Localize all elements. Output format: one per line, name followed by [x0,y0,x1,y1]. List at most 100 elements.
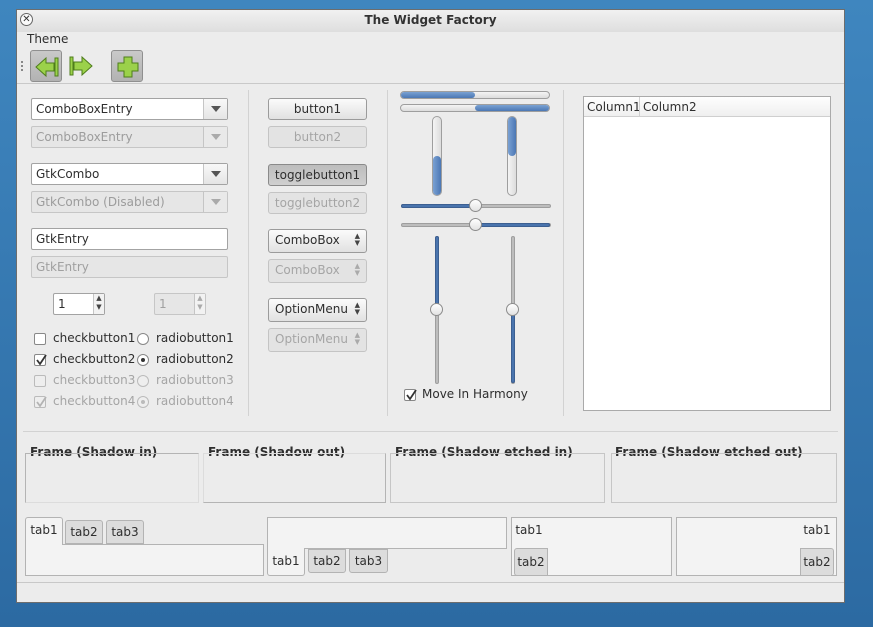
radiobutton2-label[interactable]: radiobutton2 [156,352,234,366]
checkbutton4-box [34,396,47,408]
scale-v1[interactable] [430,236,443,384]
scale-fill [511,310,515,383]
scale-h1[interactable] [401,199,551,212]
notebook-bottom-tab2[interactable]: tab2 [308,549,346,573]
scale-fill [401,204,475,208]
notebook-right-tab1[interactable]: tab1 [799,517,835,545]
radiobutton4-label: radiobutton4 [156,394,234,408]
gtk-combo[interactable]: GtkCombo [31,163,228,185]
scale-fill [476,223,550,227]
notebook-right-tab2[interactable]: tab2 [800,548,834,576]
add-button[interactable] [111,50,143,82]
button2: button2 [268,126,367,148]
scale-knob[interactable] [506,303,519,316]
notebook-bottom-tab1[interactable]: tab1 [267,548,305,576]
combo-box-entry-disabled: ComboBoxEntry [31,126,228,148]
spin-button[interactable]: 1 ▲ ▼ [53,293,105,315]
notebook-top-tab2[interactable]: tab2 [65,520,103,544]
back-icon [35,56,59,78]
column2-header[interactable]: Column2 [643,100,697,114]
scale-knob[interactable] [469,199,482,212]
notebook-top-tab1[interactable]: tab1 [25,517,63,545]
checkbutton3-box [34,375,46,387]
combobox[interactable]: ComboBox ▲ ▼ [268,229,367,253]
checkmark-icon [36,354,47,366]
progress-fill [401,92,475,98]
updown-icon: ▲ ▼ [354,301,360,316]
gtk-entry[interactable]: GtkEntry [31,228,228,250]
progress-bar-h2 [400,104,550,112]
notebook-top-tab3[interactable]: tab3 [106,520,144,544]
window-title: The Widget Factory [364,13,497,27]
checkbutton2-label[interactable]: checkbutton2 [53,352,135,366]
move-in-harmony-box[interactable] [404,389,417,401]
menu-theme[interactable]: Theme [27,32,68,46]
option-menu-disabled: OptionMenu ▲ ▼ [268,328,367,352]
combobox-label: ComboBox [275,233,340,247]
frame-etched-out [611,453,837,503]
radiobutton3-circle [137,375,149,387]
radiobutton2-circle[interactable] [137,354,149,366]
progress-bar-v2 [507,116,517,196]
scale-knob[interactable] [430,303,443,316]
notebook-left-tab2[interactable]: tab2 [514,548,548,576]
combo-box-entry-dropdown[interactable] [203,99,227,119]
gtk-entry-value: GtkEntry [36,232,89,246]
toolbar-grip[interactable] [21,61,24,71]
move-in-harmony-label[interactable]: Move In Harmony [422,387,528,401]
title-bar: ✕ The Widget Factory [17,10,844,32]
scale-v2[interactable] [506,236,519,384]
checkbutton1-box[interactable] [34,333,46,345]
progress-fill [433,156,441,195]
toolbar [17,48,844,83]
notebook-bottom-tab3[interactable]: tab3 [349,549,388,573]
separator [387,90,388,416]
gtk-combo-dropdown[interactable] [203,164,227,184]
tree-view[interactable]: Column1 Column2 [583,96,831,411]
progress-bar-h1 [400,91,550,99]
app-window: ✕ The Widget Factory Theme ComboBoxEntry [16,9,845,603]
checkbutton2-box[interactable] [34,354,47,366]
notebook-left-tab1[interactable]: tab1 [511,517,547,545]
frame-shadow-in [25,453,199,503]
checkmark-icon [406,389,417,401]
spin-button-disabled-value: 1 [159,297,167,311]
add-icon [117,56,139,78]
spin-arrows-icon: ▲ ▼ [194,294,205,314]
spin-button-disabled: 1 ▲ ▼ [154,293,206,315]
forward-button[interactable] [65,50,97,82]
gtk-combo-disabled: GtkCombo (Disabled) [31,191,228,213]
checkbutton1-label[interactable]: checkbutton1 [53,331,135,345]
button1[interactable]: button1 [268,98,367,120]
radio-dot [141,400,145,404]
updown-icon: ▲ ▼ [354,331,360,346]
scale-fill [435,236,439,309]
checkbutton4-label: checkbutton4 [53,394,136,408]
combo-box-entry[interactable]: ComboBoxEntry [31,98,228,120]
radiobutton1-label[interactable]: radiobutton1 [156,331,234,345]
separator [23,431,838,432]
spin-arrows-icon[interactable]: ▲ ▼ [93,294,104,314]
progress-bar-v1 [432,116,442,196]
scale-knob[interactable] [469,218,482,231]
radiobutton4-circle [137,396,149,408]
checkmark-icon [36,396,47,408]
radiobutton1-circle[interactable] [137,333,149,345]
status-bar [17,582,844,603]
progress-fill [475,105,549,111]
forward-icon [69,55,93,77]
combobox-disabled: ComboBox ▲ ▼ [268,259,367,283]
chevron-down-icon [211,106,221,112]
notebook-bottom-page [267,517,507,549]
chevron-down-icon [211,134,221,140]
chevron-down-icon [211,171,221,177]
column1-header[interactable]: Column1 [587,100,641,114]
combo-box-entry-disabled-value: ComboBoxEntry [36,130,133,144]
togglebutton2: togglebutton2 [268,192,367,214]
back-button[interactable] [30,50,62,82]
option-menu[interactable]: OptionMenu ▲ ▼ [268,298,367,322]
updown-icon: ▲ ▼ [354,262,360,277]
scale-h2[interactable] [401,218,551,231]
tree-header: Column1 Column2 [584,97,830,117]
togglebutton1[interactable]: togglebutton1 [268,164,367,186]
